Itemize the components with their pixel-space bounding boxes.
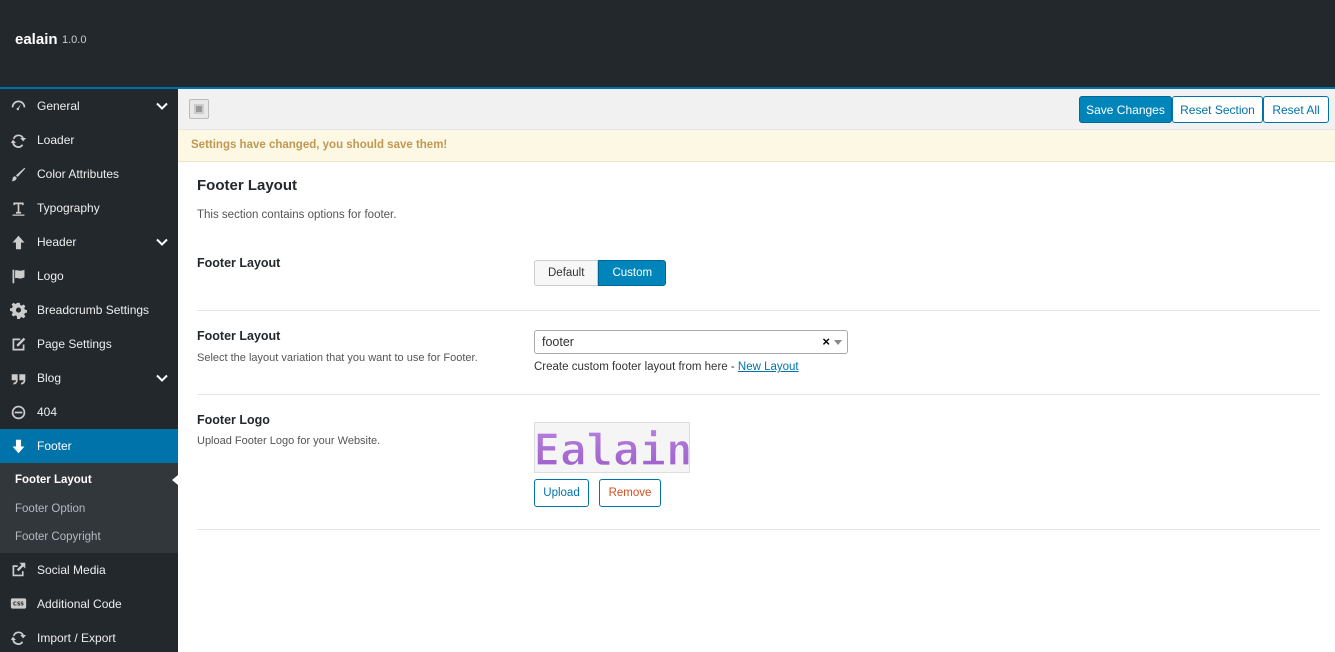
footer-logo-preview: Ealain bbox=[534, 422, 690, 473]
css-icon: CSS bbox=[8, 594, 28, 614]
arrow-up-icon bbox=[8, 232, 28, 252]
sidebar-item-label: Breadcrumb Settings bbox=[37, 303, 150, 317]
sidebar-item-additional-code[interactable]: CSS Additional Code bbox=[0, 587, 178, 621]
unsaved-notice: Settings have changed, you should save t… bbox=[178, 130, 1335, 162]
footer-logo-image: Ealain bbox=[535, 424, 690, 473]
sidebar-item-import-export[interactable]: Import / Export bbox=[0, 621, 178, 652]
sidebar-item-label: Blog bbox=[37, 371, 62, 385]
dropdown-arrow-icon[interactable] bbox=[834, 340, 842, 345]
footer-layout-select[interactable]: footer × bbox=[534, 330, 848, 354]
upload-button[interactable]: Upload bbox=[534, 479, 589, 507]
field-title-footer-layout-select: Footer Layout bbox=[197, 329, 281, 343]
field-title-footer-logo: Footer Logo bbox=[197, 413, 270, 427]
submenu-item-footer-copyright[interactable]: Footer Copyright bbox=[0, 523, 178, 552]
sidebar-item-breadcrumb-settings[interactable]: Breadcrumb Settings bbox=[0, 293, 178, 327]
sidebar-item-label: General bbox=[37, 99, 80, 113]
sidebar-item-color-attributes[interactable]: Color Attributes bbox=[0, 157, 178, 191]
expand-icon bbox=[194, 104, 204, 114]
arrow-down-icon bbox=[8, 436, 28, 456]
section-title: Footer Layout bbox=[197, 177, 297, 194]
minus-circle-icon bbox=[8, 402, 28, 422]
toolbar: Save Changes Reset Section Reset All bbox=[178, 89, 1335, 130]
sidebar-item-404[interactable]: 404 bbox=[0, 395, 178, 429]
sidebar-item-label: Additional Code bbox=[37, 596, 122, 611]
sidebar-item-header[interactable]: Header bbox=[0, 225, 178, 259]
new-layout-link[interactable]: New Layout bbox=[738, 361, 799, 373]
share-icon bbox=[8, 560, 28, 580]
clear-icon[interactable]: × bbox=[822, 334, 830, 349]
sidebar: General Loader Color Attributes Typograp… bbox=[0, 89, 178, 652]
sidebar-item-label: Import / Export bbox=[37, 630, 116, 645]
sidebar-item-label: Color Attributes bbox=[37, 167, 120, 181]
footer-submenu: Footer Layout Footer Option Footer Copyr… bbox=[0, 463, 178, 553]
sidebar-item-label: Footer bbox=[37, 439, 72, 453]
layout-help-text: Create custom footer layout from here - … bbox=[534, 361, 799, 373]
reset-all-button[interactable]: Reset All bbox=[1263, 96, 1329, 123]
sidebar-item-social-media[interactable]: Social Media bbox=[0, 553, 178, 587]
svg-text:Ealain: Ealain bbox=[535, 425, 690, 473]
sidebar-item-label: Page Settings bbox=[37, 337, 112, 351]
chevron-down-icon[interactable] bbox=[156, 372, 168, 384]
text-icon bbox=[8, 198, 28, 218]
sidebar-item-general[interactable]: General bbox=[0, 89, 178, 123]
section-description: This section contains options for footer… bbox=[197, 209, 397, 221]
sidebar-item-label: Social Media bbox=[37, 562, 106, 577]
sidebar-item-loader[interactable]: Loader bbox=[0, 123, 178, 157]
chevron-down-icon[interactable] bbox=[156, 236, 168, 248]
gear-icon bbox=[8, 300, 28, 320]
brush-icon bbox=[8, 164, 28, 184]
app-version: 1.0.0 bbox=[62, 34, 87, 46]
sidebar-item-typography[interactable]: Typography bbox=[0, 191, 178, 225]
reset-section-button[interactable]: Reset Section bbox=[1172, 96, 1263, 123]
edit-icon bbox=[8, 334, 28, 354]
footer-layout-button-set: Default Custom bbox=[534, 260, 667, 286]
refresh-icon bbox=[8, 130, 28, 150]
remove-button[interactable]: Remove bbox=[599, 479, 661, 507]
divider bbox=[197, 394, 1320, 395]
refresh-icon bbox=[8, 628, 28, 648]
sidebar-item-footer[interactable]: Footer bbox=[0, 429, 178, 463]
quote-icon bbox=[8, 368, 28, 388]
option-custom[interactable]: Custom bbox=[598, 260, 667, 286]
sidebar-item-label: Logo bbox=[37, 269, 64, 283]
top-bar: ealain 1.0.0 bbox=[0, 0, 1335, 89]
select-value: footer bbox=[542, 335, 574, 349]
sidebar-item-label: 404 bbox=[37, 405, 58, 419]
field-description-footer-layout-select: Select the layout variation that you wan… bbox=[197, 352, 478, 364]
field-title-footer-layout-switch: Footer Layout bbox=[197, 256, 281, 270]
sidebar-item-label: Typography bbox=[37, 201, 100, 215]
submenu-item-footer-option[interactable]: Footer Option bbox=[0, 495, 178, 524]
field-description-footer-logo: Upload Footer Logo for your Website. bbox=[197, 435, 381, 447]
option-default[interactable]: Default bbox=[534, 260, 599, 286]
app-name: ealain bbox=[15, 31, 58, 48]
chevron-down-icon[interactable] bbox=[156, 100, 168, 112]
expand-options-button[interactable] bbox=[189, 99, 209, 119]
gauge-icon bbox=[8, 96, 28, 116]
sidebar-item-label: Header bbox=[37, 235, 77, 249]
svg-text:CSS: CSS bbox=[13, 602, 24, 608]
sidebar-item-label: Loader bbox=[37, 133, 75, 147]
divider bbox=[197, 310, 1320, 311]
divider bbox=[197, 529, 1320, 530]
sidebar-item-page-settings[interactable]: Page Settings bbox=[0, 327, 178, 361]
submenu-item-footer-layout[interactable]: Footer Layout bbox=[0, 466, 178, 495]
main-panel: Save Changes Reset Section Reset All Set… bbox=[178, 89, 1335, 652]
save-changes-button[interactable]: Save Changes bbox=[1079, 96, 1172, 123]
sidebar-item-blog[interactable]: Blog bbox=[0, 361, 178, 395]
sidebar-item-logo[interactable]: Logo bbox=[0, 259, 178, 293]
flag-icon bbox=[8, 266, 28, 286]
help-prefix: Create custom footer layout from here - bbox=[534, 361, 738, 373]
